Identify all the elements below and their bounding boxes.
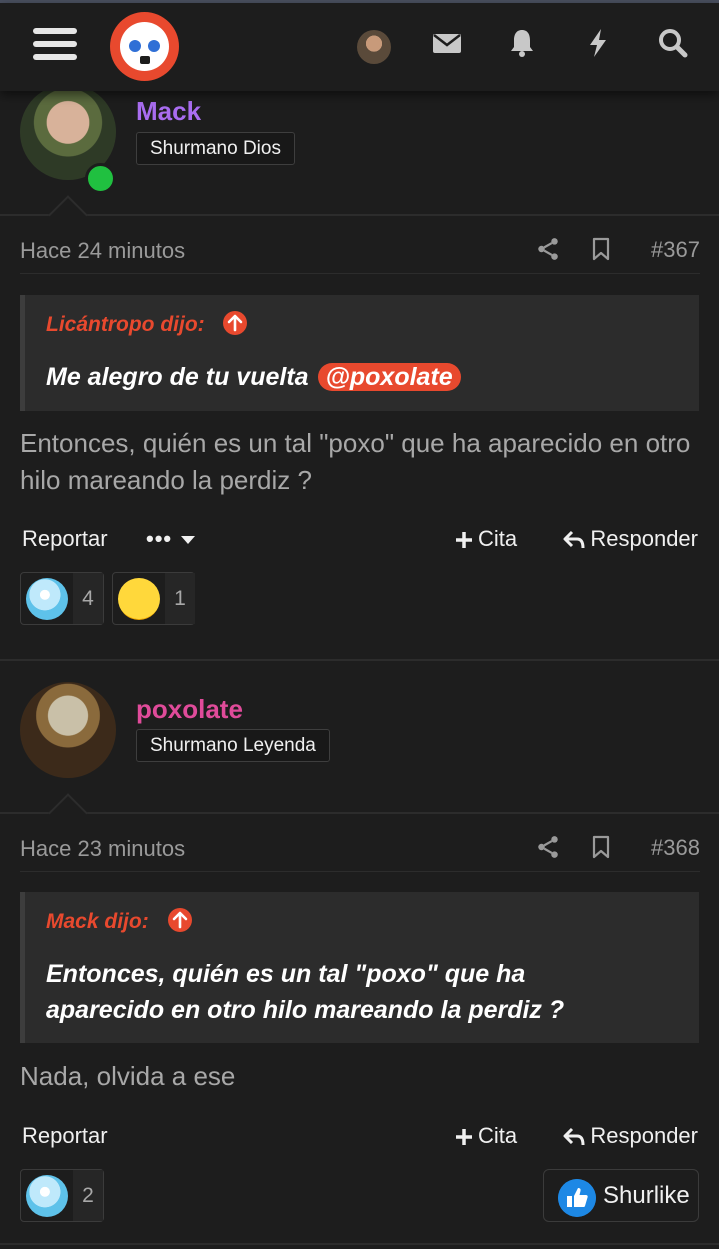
username[interactable]: Mack xyxy=(136,96,201,127)
post-number[interactable]: #368 xyxy=(651,835,700,861)
site-logo[interactable] xyxy=(110,12,179,81)
report-button[interactable]: Reportar xyxy=(22,1123,108,1149)
post-actions: Reportar Cita Responder xyxy=(22,1123,698,1153)
plus-icon xyxy=(456,532,472,549)
plus-icon xyxy=(456,1129,472,1146)
share-icon[interactable] xyxy=(535,236,561,262)
envelope-icon[interactable] xyxy=(431,27,463,59)
quote-text: Me alegro de tu vuelta @poxolate xyxy=(46,359,461,395)
cite-button[interactable]: Cita xyxy=(454,526,517,552)
diamond-reaction-icon xyxy=(26,578,68,620)
shurlike-button[interactable]: Shurlike xyxy=(543,1169,699,1222)
user-title-badge: Shurmano Dios xyxy=(136,132,295,165)
post-divider xyxy=(0,1243,719,1245)
quote-author[interactable]: Licántropo dijo: xyxy=(46,313,205,337)
search-icon[interactable] xyxy=(657,27,689,59)
thumbs-up-icon xyxy=(558,1179,596,1217)
post-time[interactable]: Hace 24 minutos xyxy=(20,238,185,264)
reaction-count: 1 xyxy=(165,573,195,624)
report-button[interactable]: Reportar xyxy=(22,526,108,552)
hamburger-icon[interactable] xyxy=(33,28,77,64)
user-title-badge: Shurmano Leyenda xyxy=(136,729,330,762)
cite-label: Cita xyxy=(478,1123,518,1148)
quote-text: Entonces, quién es un tal "poxo" que ha … xyxy=(46,960,565,1024)
cite-label: Cita xyxy=(478,526,518,551)
post-time[interactable]: Hace 23 minutos xyxy=(20,836,185,862)
laughing-reaction-icon xyxy=(118,578,160,620)
post-367: Mack Shurmano Dios Hace 24 minutos #367 … xyxy=(0,84,719,661)
bookmark-icon[interactable] xyxy=(591,237,611,261)
share-icon[interactable] xyxy=(535,834,561,860)
post-divider xyxy=(0,659,719,661)
diamond-reaction-icon xyxy=(26,1175,68,1217)
reply-button[interactable]: Responder xyxy=(562,1123,698,1149)
post-368: poxolate Shurmano Leyenda Hace 23 minuto… xyxy=(0,662,719,1245)
chevron-down-icon[interactable] xyxy=(181,536,195,544)
reply-icon xyxy=(563,531,585,549)
top-navigation-bar xyxy=(0,3,719,91)
post-meta: Hace 23 minutos #368 xyxy=(20,814,700,872)
reply-label: Responder xyxy=(590,1123,698,1148)
reply-label: Responder xyxy=(590,526,698,551)
post-body: Nada, olvida a ese xyxy=(20,1061,236,1091)
bell-icon[interactable] xyxy=(506,27,538,59)
reaction-count: 2 xyxy=(73,1170,103,1221)
bookmark-icon[interactable] xyxy=(591,835,611,859)
user-row: Mack Shurmano Dios xyxy=(0,84,719,214)
cite-button[interactable]: Cita xyxy=(454,1123,517,1149)
arrow-up-icon[interactable] xyxy=(223,311,247,335)
post-body: Entonces, quién es un tal "poxo" que ha … xyxy=(20,428,691,495)
arrow-up-icon[interactable] xyxy=(168,908,192,932)
quote-block: Licántropo dijo: Me alegro de tu vuelta … xyxy=(20,295,699,411)
shurlike-label: Shurlike xyxy=(603,1182,690,1209)
quote-author[interactable]: Mack dijo: xyxy=(46,910,149,934)
post-actions: Reportar ••• Cita Responder xyxy=(22,526,698,556)
user-row: poxolate Shurmano Leyenda xyxy=(0,662,719,784)
quote-text-body: Me alegro de tu vuelta xyxy=(46,363,309,391)
reaction-count: 4 xyxy=(73,573,103,624)
reply-button[interactable]: Responder xyxy=(562,526,698,552)
quote-block: Mack dijo: Entonces, quién es un tal "po… xyxy=(20,892,699,1043)
user-mention[interactable]: @poxolate xyxy=(317,363,461,391)
online-status-icon xyxy=(85,163,116,194)
more-options-button[interactable]: ••• xyxy=(146,526,172,552)
post-meta: Hace 24 minutos #367 xyxy=(20,216,700,274)
bolt-icon[interactable] xyxy=(582,27,614,59)
reaction-diamond[interactable]: 4 xyxy=(20,572,104,625)
user-avatar[interactable] xyxy=(357,30,391,64)
post-number[interactable]: #367 xyxy=(651,237,700,263)
reaction-diamond[interactable]: 2 xyxy=(20,1169,104,1222)
reaction-laugh[interactable]: 1 xyxy=(112,572,195,625)
reply-icon xyxy=(563,1128,585,1146)
username[interactable]: poxolate xyxy=(136,694,243,725)
avatar[interactable] xyxy=(20,682,116,778)
